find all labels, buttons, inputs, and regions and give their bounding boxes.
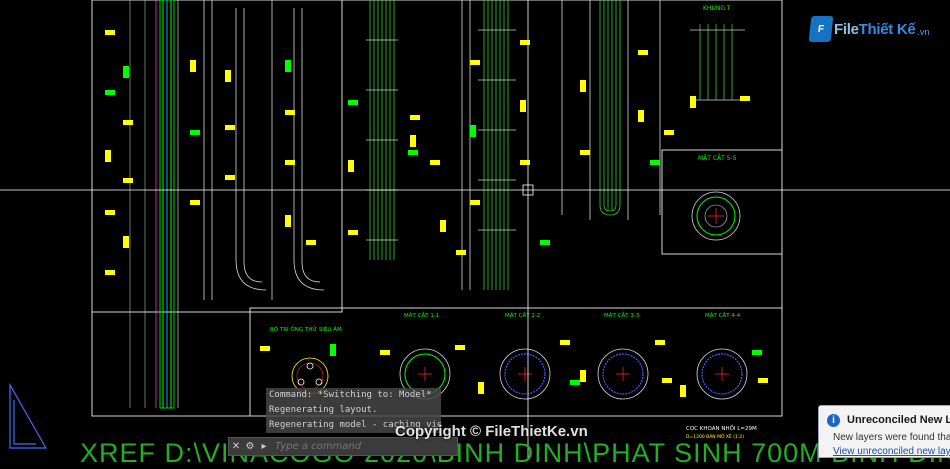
rebar-tag <box>478 382 484 394</box>
rebar-tag <box>225 70 231 82</box>
rebar-tag <box>123 120 133 125</box>
notification-body: New layers were found that may <box>833 432 950 443</box>
rebar-tag <box>225 125 235 130</box>
rebar-tag <box>662 378 672 383</box>
rebar-tag <box>758 378 768 383</box>
rebar-tag <box>470 125 476 137</box>
rebar-tag <box>285 215 291 227</box>
rebar-tag <box>650 160 660 165</box>
rebar-tag <box>408 150 418 155</box>
rebar-tag <box>680 385 686 397</box>
rebar-tag <box>455 345 465 350</box>
section-2-2-title: MẶT CẮT 2-2 <box>505 311 540 319</box>
rebar-tag <box>260 346 270 351</box>
rebar-tag <box>123 66 129 78</box>
customize-wrench-icon[interactable]: ⚙ <box>243 439 257 454</box>
logo-text: FileThiết Kế <box>834 20 916 38</box>
rebar-tag <box>285 110 295 115</box>
khung-t-label: KHUNG T <box>703 5 731 12</box>
command-input[interactable] <box>271 441 457 452</box>
section-5-5-frame <box>661 149 783 255</box>
command-history-line: Command: *Switching to: Model* <box>266 388 441 403</box>
rebar-tag <box>348 160 354 172</box>
rebar-tag <box>580 370 586 382</box>
rebar-tag <box>105 270 115 275</box>
rebar-tag <box>638 110 644 122</box>
notification-title: Unreconciled New Layers <box>847 414 950 426</box>
command-history-line: Regenerating layout. <box>266 403 441 418</box>
drawing-canvas[interactable]: KHUNG T MẶT CẮT 5-5 BỐ TRÍ ỐNG THỬ SIÊU … <box>0 0 950 458</box>
rebar-tag <box>380 350 390 355</box>
khung-t-detail <box>690 24 745 101</box>
section-4-4 <box>696 348 748 400</box>
rebar-tag <box>440 220 446 232</box>
rebar-tag <box>190 200 200 205</box>
section-5-5-drawing <box>691 191 741 241</box>
rebar-tag <box>638 50 648 55</box>
rebar-tag <box>410 135 416 147</box>
sonic-tube-title: BỐ TRÍ ỐNG THỬ SIÊU ÂM <box>270 325 342 333</box>
rebar-tag <box>540 240 550 245</box>
rebar-tag <box>580 80 586 92</box>
rebar-tag <box>348 230 358 235</box>
rebar-tag <box>105 150 111 162</box>
rebar-tag <box>520 160 530 165</box>
rebar-tag <box>740 96 750 101</box>
layer-notification-bubble[interactable]: i Unreconciled New Layers New layers wer… <box>818 405 950 458</box>
rebar-tag <box>306 240 316 245</box>
cage-elevation-2 <box>461 0 516 290</box>
rebar-tag <box>570 380 580 385</box>
rebar-tags <box>105 30 768 397</box>
logo-mark-icon: F <box>808 16 834 42</box>
rebar-tag <box>430 160 440 165</box>
rebar-tag <box>560 340 570 345</box>
section-3-3-title: MẶT CẮT 3-3 <box>604 311 640 319</box>
rebar-tag <box>580 150 590 155</box>
elevation-frame-left <box>91 0 343 313</box>
rebar-tag <box>330 344 336 356</box>
rebar-tag <box>105 90 115 95</box>
close-icon[interactable]: ✕ <box>229 439 243 454</box>
rebar-tag <box>752 350 762 355</box>
rebar-tag <box>190 130 200 135</box>
rebar-tag <box>470 60 480 65</box>
copyright-watermark: Copyright © FileThietKe.vn <box>395 423 588 440</box>
rebar-tag <box>655 340 665 345</box>
rebar-tag <box>348 100 358 105</box>
rebar-tag <box>285 60 291 72</box>
rebar-tag <box>520 100 526 112</box>
ucs-icon <box>9 382 48 449</box>
section-4-4-title: MẶT CẮT 4-4 <box>705 311 741 319</box>
crosshair-cursor <box>0 0 950 458</box>
rebar-tag <box>190 60 196 72</box>
section-1-1-title: MẶT CẮT 1-1 <box>404 311 439 319</box>
section-5-5-title: MẶT CẮT 5-5 <box>698 154 737 162</box>
cage-elevation-3 <box>561 0 661 220</box>
logo-domain: .vn <box>917 27 930 37</box>
rebar-tag <box>285 160 295 165</box>
pile-elevation-main <box>129 0 179 409</box>
rebar-tag <box>123 178 133 183</box>
section-2-2 <box>499 348 551 400</box>
elevation-bars <box>203 0 325 300</box>
rebar-tag <box>410 115 420 120</box>
pile-title: CỌC KHOAN NHỒI L=29M <box>686 423 757 432</box>
rebar-tag <box>664 130 674 135</box>
filethietke-logo: F FileThiết Kế .vn <box>808 14 930 44</box>
rebar-tag <box>690 96 696 108</box>
rebar-tag <box>456 250 466 255</box>
rebar-tag <box>105 30 115 35</box>
rebar-tag <box>470 200 480 205</box>
cage-elevation-green <box>366 0 398 260</box>
rebar-tag <box>105 210 115 215</box>
view-layers-link[interactable]: View unreconciled new layers <box>833 446 950 457</box>
section-3-3 <box>597 348 649 400</box>
info-icon: i <box>827 414 840 427</box>
rebar-tag <box>123 236 129 248</box>
rebar-tag <box>520 40 530 45</box>
rebar-tag <box>225 175 235 180</box>
command-prompt-icon[interactable]: ▸ <box>257 439 271 454</box>
